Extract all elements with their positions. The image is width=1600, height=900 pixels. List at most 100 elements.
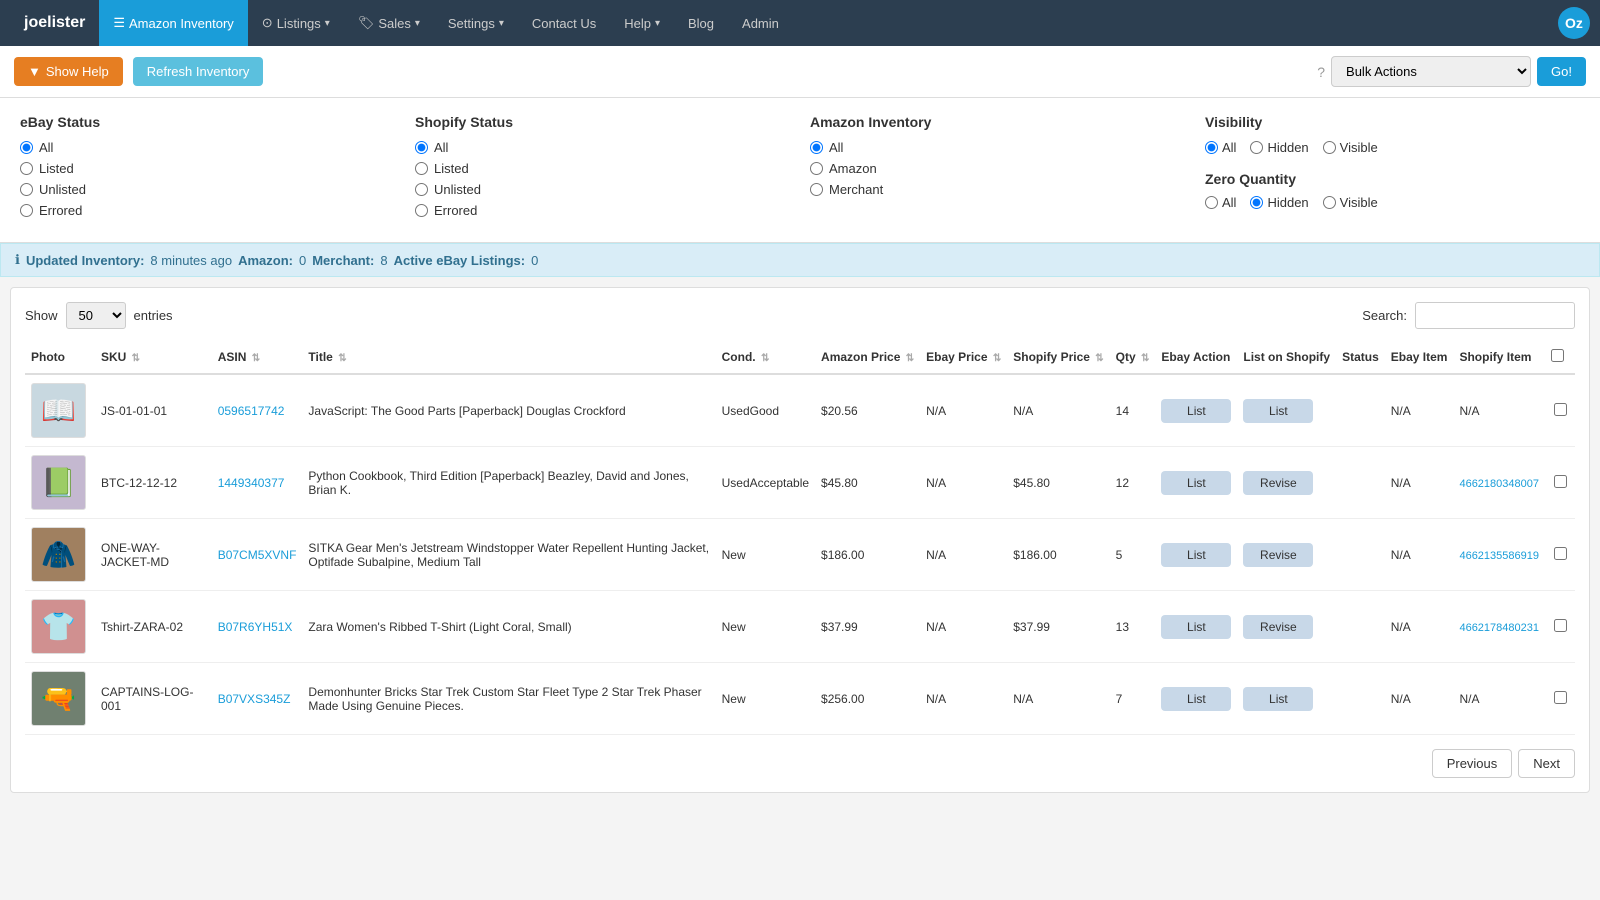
col-shopify-price[interactable]: Shopify Price ⇅ <box>1007 341 1109 374</box>
shopify-item-link[interactable]: 4662180348007 <box>1459 478 1539 490</box>
nav-settings[interactable]: Settings ▾ <box>434 0 518 46</box>
asin-link[interactable]: B07CM5XVNF <box>218 548 297 562</box>
nav-blog[interactable]: Blog <box>674 0 728 46</box>
nav-admin[interactable]: Admin <box>728 0 793 46</box>
select-all-checkbox[interactable] <box>1551 349 1564 362</box>
tag-icon: 🏷 <box>358 15 375 31</box>
qty-cell: 7 <box>1110 663 1156 735</box>
info-active-label: Active eBay Listings: <box>394 253 526 268</box>
nav-listings[interactable]: ⊙ Listings ▾ <box>248 0 344 46</box>
col-ebay-item: Ebay Item <box>1385 341 1454 374</box>
ebay-action-cell: List <box>1155 374 1237 447</box>
condition-cell: New <box>716 591 815 663</box>
row-checkbox[interactable] <box>1554 619 1567 632</box>
shopify-all-option[interactable]: All <box>415 140 790 155</box>
visibility-visible-option[interactable]: Visible <box>1323 140 1378 155</box>
nav-contact[interactable]: Contact Us <box>518 0 610 46</box>
visibility-all-option[interactable]: All <box>1205 140 1236 155</box>
amazon-merchant-option[interactable]: Merchant <box>810 182 1185 197</box>
info-active-val: 0 <box>531 253 538 268</box>
show-help-button[interactable]: ▼ Show Help <box>14 57 123 86</box>
asin-cell: 1449340377 <box>212 447 303 519</box>
amazon-all-option[interactable]: All <box>810 140 1185 155</box>
col-qty[interactable]: Qty ⇅ <box>1110 341 1156 374</box>
shopify-action-cell: List <box>1237 374 1336 447</box>
shopify-item-cell: 4662135586919 <box>1453 519 1545 591</box>
title-cell: Demonhunter Bricks Star Trek Custom Star… <box>302 663 715 735</box>
bulk-actions-select[interactable]: Bulk Actions List on eBay List on Shopif… <box>1331 56 1531 87</box>
shopify-action-button[interactable]: Revise <box>1243 615 1313 639</box>
col-title[interactable]: Title ⇅ <box>302 341 715 374</box>
col-checkbox[interactable] <box>1545 341 1575 374</box>
col-asin[interactable]: ASIN ⇅ <box>212 341 303 374</box>
refresh-inventory-button[interactable]: Refresh Inventory <box>133 57 264 86</box>
previous-button[interactable]: Previous <box>1432 749 1513 778</box>
asin-link[interactable]: 0596517742 <box>218 404 285 418</box>
asin-cell: B07VXS345Z <box>212 663 303 735</box>
ebay-action-button[interactable]: List <box>1161 687 1231 711</box>
col-amazon-price[interactable]: Amazon Price ⇅ <box>815 341 920 374</box>
zq-all-option[interactable]: All <box>1205 195 1236 210</box>
visibility-options-row: All Hidden Visible <box>1205 140 1580 161</box>
shopify-item-cell: N/A <box>1453 374 1545 447</box>
asin-cell: B07R6YH51X <box>212 591 303 663</box>
shopify-action-button[interactable]: List <box>1243 399 1313 423</box>
col-ebay-price[interactable]: Ebay Price ⇅ <box>920 341 1007 374</box>
product-photo: 📖 <box>31 383 86 438</box>
brand-logo[interactable]: joelister <box>10 14 99 32</box>
shopify-unlisted-option[interactable]: Unlisted <box>415 182 790 197</box>
go-button[interactable]: Go! <box>1537 57 1586 86</box>
shopify-action-button[interactable]: Revise <box>1243 543 1313 567</box>
ebay-action-button[interactable]: List <box>1161 615 1231 639</box>
ebay-action-button[interactable]: List <box>1161 471 1231 495</box>
nav-sales[interactable]: 🏷 Sales ▾ <box>344 0 434 46</box>
title-cell: SITKA Gear Men's Jetstream Windstopper W… <box>302 519 715 591</box>
shopify-action-button[interactable]: List <box>1243 687 1313 711</box>
asin-link[interactable]: 1449340377 <box>218 476 285 490</box>
shopify-status-filter: Shopify Status All Listed Unlisted Error… <box>415 114 790 226</box>
amazon-inventory-filter: Amazon Inventory All Amazon Merchant <box>810 114 1185 226</box>
asin-link[interactable]: B07VXS345Z <box>218 692 291 706</box>
help-circle-icon[interactable]: ? <box>1317 64 1325 80</box>
amazon-price-cell: $37.99 <box>815 591 920 663</box>
row-checkbox[interactable] <box>1554 547 1567 560</box>
next-button[interactable]: Next <box>1518 749 1575 778</box>
asin-cell: 0596517742 <box>212 374 303 447</box>
ebay-action-button[interactable]: List <box>1161 543 1231 567</box>
nav-amazon-inventory[interactable]: ☰ Amazon Inventory <box>99 0 247 46</box>
row-checkbox[interactable] <box>1554 403 1567 416</box>
col-sku[interactable]: SKU ⇅ <box>95 341 212 374</box>
col-shopify-item: Shopify Item <box>1453 341 1545 374</box>
asin-link[interactable]: B07R6YH51X <box>218 620 293 634</box>
avatar[interactable]: Oz <box>1558 7 1590 39</box>
ebay-action-button[interactable]: List <box>1161 399 1231 423</box>
shopify-listed-option[interactable]: Listed <box>415 161 790 176</box>
sku-cell: ONE-WAY-JACKET-MD <box>95 519 212 591</box>
amazon-amazon-option[interactable]: Amazon <box>810 161 1185 176</box>
ebay-errored-option[interactable]: Errored <box>20 203 395 218</box>
ebay-listed-option[interactable]: Listed <box>20 161 395 176</box>
visibility-hidden-option[interactable]: Hidden <box>1250 140 1308 155</box>
shopify-action-button[interactable]: Revise <box>1243 471 1313 495</box>
amazon-inventory-title: Amazon Inventory <box>810 114 1185 130</box>
shopify-errored-option[interactable]: Errored <box>415 203 790 218</box>
table-row: 👕 Tshirt-ZARA-02 B07R6YH51X Zara Women's… <box>25 591 1575 663</box>
list-icon: ☰ <box>113 15 125 31</box>
ebay-item-cell: N/A <box>1385 374 1454 447</box>
nav-help[interactable]: Help ▾ <box>610 0 674 46</box>
zq-hidden-option[interactable]: Hidden <box>1250 195 1308 210</box>
ebay-all-option[interactable]: All <box>20 140 395 155</box>
info-prefix: Updated Inventory: <box>26 253 144 268</box>
row-checkbox[interactable] <box>1554 475 1567 488</box>
row-checkbox-cell <box>1545 447 1575 519</box>
shopify-item-link[interactable]: 4662178480231 <box>1459 622 1539 634</box>
photo-cell: 📗 <box>25 447 95 519</box>
ebay-unlisted-option[interactable]: Unlisted <box>20 182 395 197</box>
shopify-item-link[interactable]: 4662135586919 <box>1459 550 1539 562</box>
zq-visible-option[interactable]: Visible <box>1323 195 1378 210</box>
col-cond[interactable]: Cond. ⇅ <box>716 341 815 374</box>
sort-icon: ⇅ <box>338 353 346 364</box>
search-input[interactable] <box>1415 302 1575 329</box>
row-checkbox[interactable] <box>1554 691 1567 704</box>
entries-select[interactable]: 10 25 50 100 <box>66 302 126 329</box>
